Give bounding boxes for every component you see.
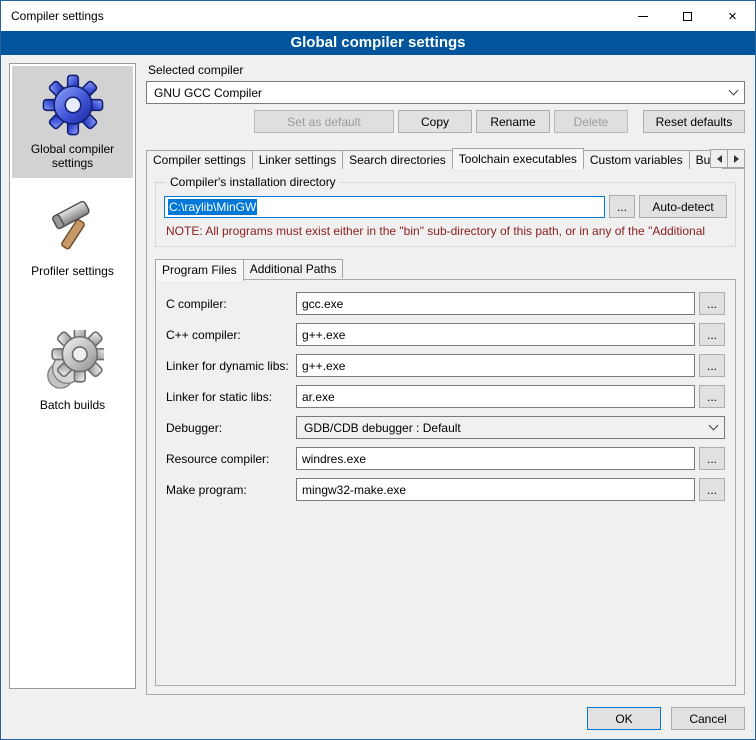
install-dir-selected-text: C:\raylib\MinGW xyxy=(168,199,257,215)
resource-compiler-label: Resource compiler: xyxy=(166,452,296,466)
program-subtabs: Program Files Additional Paths xyxy=(155,259,744,280)
set-as-default-button[interactable]: Set as default xyxy=(254,110,394,133)
form-row: Make program: ... xyxy=(166,478,725,501)
copy-button[interactable]: Copy xyxy=(398,110,472,133)
form-row: Debugger: GDB/CDB debugger : Default xyxy=(166,416,725,439)
maximize-button[interactable] xyxy=(665,1,710,31)
form-row: C++ compiler: ... xyxy=(166,323,725,346)
form-row: C compiler: ... xyxy=(166,292,725,315)
gears-gray-icon xyxy=(42,330,104,392)
sidebar-item-label: Global compiler settings xyxy=(14,142,131,170)
toolchain-executables-panel: Compiler's installation directory C:\ray… xyxy=(146,168,745,695)
c-compiler-input[interactable] xyxy=(296,292,695,315)
chevron-down-icon xyxy=(709,421,719,431)
c-compiler-browse-button[interactable]: ... xyxy=(699,292,725,315)
program-files-panel: C compiler: ... C++ compiler: ... Linker… xyxy=(155,279,736,686)
settings-tabstrip: Compiler settings Linker settings Search… xyxy=(146,147,745,169)
resource-compiler-browse-button[interactable]: ... xyxy=(699,447,725,470)
gear-blue-icon xyxy=(42,74,104,136)
note-text: NOTE: All programs must exist either in … xyxy=(166,224,725,238)
install-dir-row: C:\raylib\MinGW ... Auto-detect xyxy=(164,195,727,218)
sidebar-item-label: Batch builds xyxy=(40,398,105,412)
tab-program-files[interactable]: Program Files xyxy=(155,259,244,281)
tab-additional-paths[interactable]: Additional Paths xyxy=(243,259,344,278)
sidebar-item-global-compiler-settings[interactable]: Global compiler settings xyxy=(12,66,133,178)
maximize-icon xyxy=(683,12,692,21)
tab-scroll-left-button[interactable] xyxy=(710,149,728,168)
window-title: Compiler settings xyxy=(1,9,620,23)
rename-button[interactable]: Rename xyxy=(476,110,550,133)
form-row: Linker for dynamic libs: ... xyxy=(166,354,725,377)
selected-compiler-dropdown[interactable]: GNU GCC Compiler xyxy=(146,81,745,104)
compiler-settings-window: Compiler settings × Global compiler sett… xyxy=(0,0,756,740)
autodetect-button[interactable]: Auto-detect xyxy=(639,195,727,218)
debugger-select[interactable]: GDB/CDB debugger : Default xyxy=(296,416,725,439)
cpp-compiler-input[interactable] xyxy=(296,323,695,346)
chevron-down-icon xyxy=(729,86,739,96)
sidebar-item-batch-builds[interactable]: Batch builds xyxy=(12,322,133,420)
titlebar: Compiler settings × xyxy=(1,1,755,31)
cpp-compiler-label: C++ compiler: xyxy=(166,328,296,342)
resource-compiler-input[interactable] xyxy=(296,447,695,470)
compiler-buttons-row: Set as default Copy Rename Delete Reset … xyxy=(146,110,745,133)
minimize-button[interactable] xyxy=(620,1,665,31)
arrow-right-icon xyxy=(734,155,739,163)
ok-button[interactable]: OK xyxy=(587,707,661,730)
dialog-body: Global compiler settings xyxy=(1,55,755,739)
reset-defaults-button[interactable]: Reset defaults xyxy=(643,110,745,133)
install-dir-group: Compiler's installation directory C:\ray… xyxy=(155,175,736,247)
sidebar: Global compiler settings xyxy=(9,63,136,689)
form-row: Resource compiler: ... xyxy=(166,447,725,470)
main-content: Selected compiler GNU GCC Compiler Set a… xyxy=(146,63,745,730)
make-program-label: Make program: xyxy=(166,483,296,497)
page-title: Global compiler settings xyxy=(1,31,755,55)
install-dir-input[interactable]: C:\raylib\MinGW xyxy=(164,196,605,218)
tab-toolchain-executables[interactable]: Toolchain executables xyxy=(452,148,584,169)
linker-static-input[interactable] xyxy=(296,385,695,408)
linker-static-label: Linker for static libs: xyxy=(166,390,296,404)
minimize-icon xyxy=(638,16,648,17)
make-program-input[interactable] xyxy=(296,478,695,501)
tab-scroll-arrows xyxy=(711,149,745,168)
dialog-footer: OK Cancel xyxy=(146,707,745,730)
selected-compiler-label: Selected compiler xyxy=(148,63,745,77)
tab-compiler-settings[interactable]: Compiler settings xyxy=(146,150,253,169)
tab-scroll-right-button[interactable] xyxy=(727,149,745,168)
selected-compiler-value: GNU GCC Compiler xyxy=(154,86,262,100)
delete-button[interactable]: Delete xyxy=(554,110,628,133)
close-button[interactable]: × xyxy=(710,1,755,31)
window-controls: × xyxy=(620,1,755,31)
cancel-button[interactable]: Cancel xyxy=(671,707,745,730)
close-icon: × xyxy=(728,9,737,24)
tab-search-directories[interactable]: Search directories xyxy=(342,150,453,169)
debugger-value: GDB/CDB debugger : Default xyxy=(304,421,461,435)
c-compiler-label: C compiler: xyxy=(166,297,296,311)
linker-static-browse-button[interactable]: ... xyxy=(699,385,725,408)
tab-linker-settings[interactable]: Linker settings xyxy=(252,150,343,169)
install-dir-group-title: Compiler's installation directory xyxy=(166,175,340,189)
linker-dynamic-label: Linker for dynamic libs: xyxy=(166,359,296,373)
form-row: Linker for static libs: ... xyxy=(166,385,725,408)
linker-dynamic-browse-button[interactable]: ... xyxy=(699,354,725,377)
tab-custom-variables[interactable]: Custom variables xyxy=(583,150,690,169)
linker-dynamic-input[interactable] xyxy=(296,354,695,377)
arrow-left-icon xyxy=(717,155,722,163)
cpp-compiler-browse-button[interactable]: ... xyxy=(699,323,725,346)
sidebar-item-label: Profiler settings xyxy=(31,264,114,278)
sidebar-item-profiler-settings[interactable]: Profiler settings xyxy=(12,190,133,286)
make-program-browse-button[interactable]: ... xyxy=(699,478,725,501)
debugger-label: Debugger: xyxy=(166,421,296,435)
install-dir-browse-button[interactable]: ... xyxy=(609,195,635,218)
hammer-icon xyxy=(44,198,102,258)
